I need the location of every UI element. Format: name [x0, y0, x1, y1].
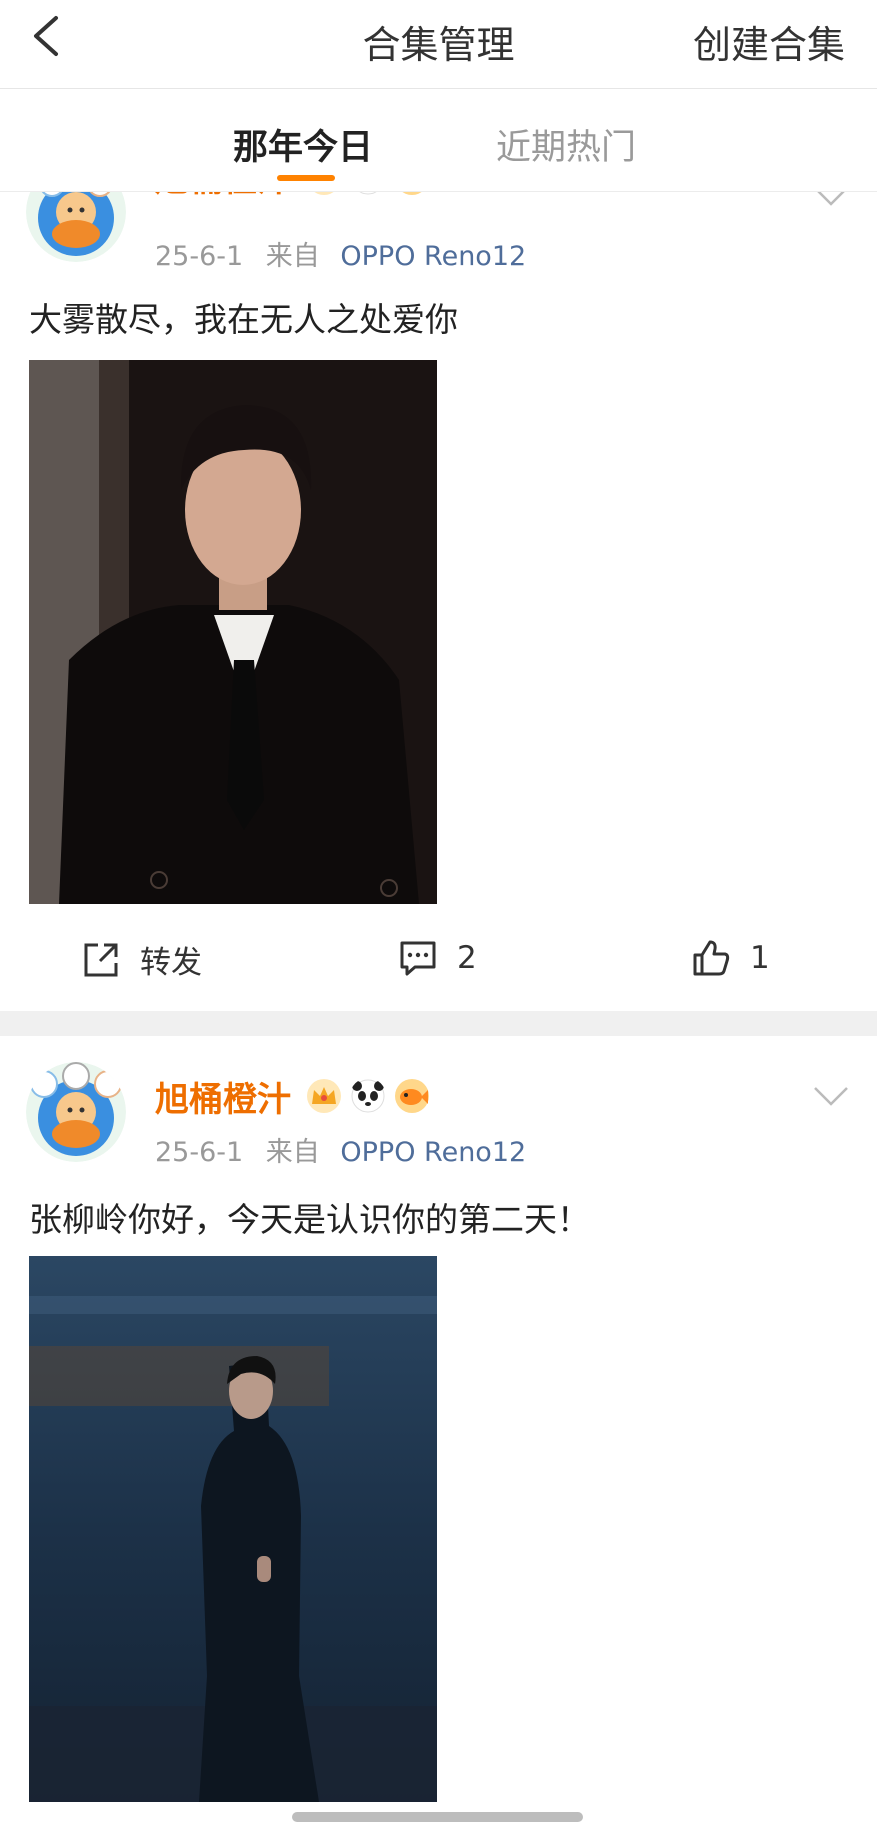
- thumbs-up-icon: [693, 940, 730, 976]
- repost-label: 转发: [140, 945, 202, 981]
- home-indicator[interactable]: [292, 1812, 583, 1822]
- post-image[interactable]: [29, 1256, 437, 1802]
- source-prefix: 来自: [265, 241, 320, 272]
- tab-recent-hot[interactable]: 近期热门: [496, 119, 636, 170]
- device-link[interactable]: OPPO Reno12: [340, 241, 526, 272]
- panda-badge-icon: [351, 1079, 385, 1113]
- avatar-illustration: [26, 1062, 126, 1162]
- post-text: 张柳岭你好，今天是认识你的第二天！: [29, 1200, 590, 1239]
- post-date: 25-6-1: [155, 241, 244, 272]
- comment-icon: [400, 941, 436, 976]
- post-actions: 转发 2 1: [0, 923, 877, 993]
- man-in-suit-photo: [29, 360, 437, 904]
- post-divider: [0, 1011, 877, 1036]
- like-count: 1: [750, 940, 770, 976]
- tab-on-this-day[interactable]: 那年今日: [233, 119, 373, 170]
- repost-button[interactable]: 转发: [80, 937, 202, 982]
- avatar[interactable]: [26, 1062, 126, 1162]
- post-date: 25-6-1: [155, 1137, 244, 1168]
- comment-button[interactable]: 2: [397, 937, 477, 979]
- active-tab-indicator: [277, 175, 335, 181]
- like-button[interactable]: 1: [690, 937, 770, 979]
- user-badges: [306, 1078, 430, 1114]
- top-bar: 合集管理 创建合集: [0, 0, 877, 89]
- source-prefix: 来自: [265, 1137, 320, 1168]
- device-link[interactable]: OPPO Reno12: [340, 1137, 526, 1168]
- post-meta: 25-6-1 来自 OPPO Reno12: [155, 234, 526, 273]
- post-image[interactable]: [29, 360, 437, 904]
- crown-badge-icon: [307, 1079, 341, 1113]
- post-text: 大雾散尽，我在无人之处爱你: [29, 300, 458, 339]
- tab-bar: 那年今日 近期热门: [0, 89, 877, 192]
- post-card[interactable]: 旭桶橙汁 25-6-1 来自 OPPO Reno12 大雾散尽，我在无人之处爱你: [0, 150, 877, 1011]
- username[interactable]: 旭桶橙汁: [155, 1072, 291, 1121]
- man-in-coat-photo: [29, 1256, 437, 1802]
- post-card[interactable]: 旭桶橙汁 25-6-1 来自 OPPO Reno12 张柳岭你好，今天是认识你的…: [0, 1036, 877, 1824]
- chevron-down-icon[interactable]: [813, 1086, 849, 1108]
- post-meta: 25-6-1 来自 OPPO Reno12: [155, 1130, 526, 1169]
- comment-count: 2: [457, 940, 477, 976]
- create-collection-button[interactable]: 创建合集: [693, 14, 845, 69]
- fish-badge-icon: [395, 1079, 429, 1113]
- share-icon: [84, 943, 118, 976]
